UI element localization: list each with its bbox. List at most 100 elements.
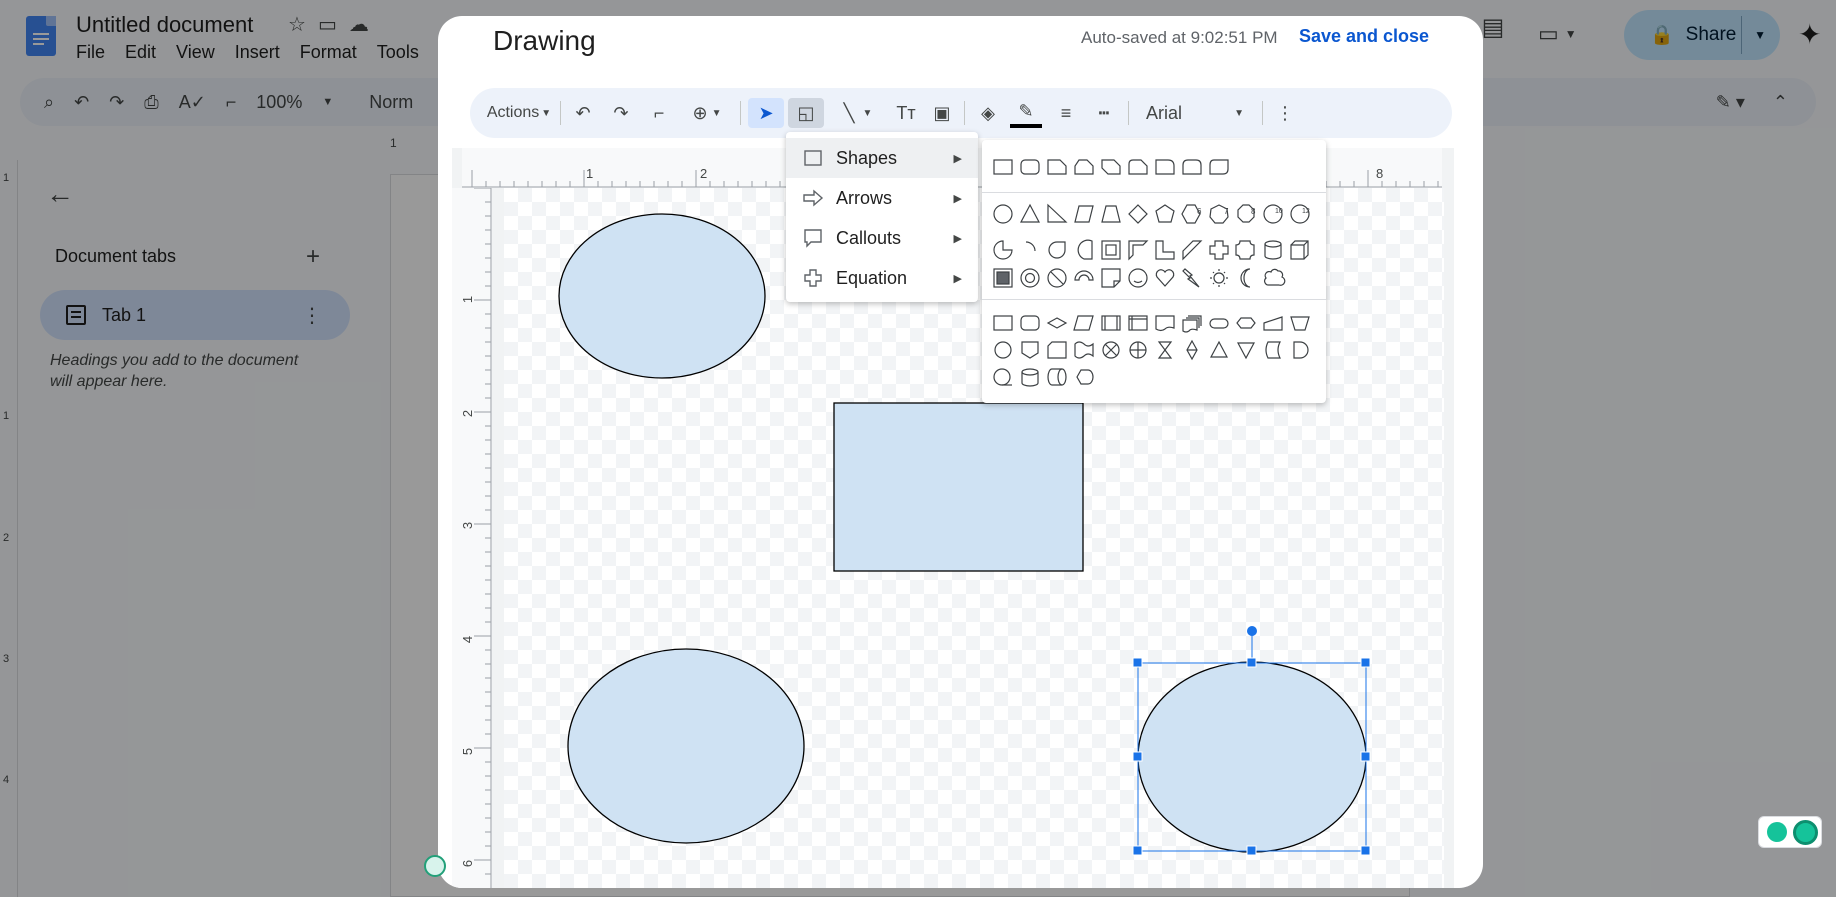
undo-icon[interactable]: ↶ bbox=[568, 98, 598, 128]
menu-item-arrows[interactable]: Arrows ▶ bbox=[786, 178, 978, 218]
flowchart-offpage-connector-icon[interactable] bbox=[1021, 341, 1039, 359]
flowchart-preparation-icon[interactable] bbox=[1236, 317, 1256, 329]
flowchart-card-icon[interactable] bbox=[1047, 341, 1067, 359]
shape-half-frame-icon[interactable] bbox=[1128, 240, 1149, 261]
fill-color-icon[interactable]: ◈ bbox=[972, 98, 1004, 128]
shape-pentagon-icon[interactable] bbox=[1155, 204, 1175, 223]
shape-chord-icon[interactable] bbox=[1077, 239, 1093, 260]
flowchart-or-icon[interactable] bbox=[1129, 341, 1147, 359]
flowchart-alternate-process-icon[interactable] bbox=[1020, 315, 1040, 331]
resize-handle[interactable] bbox=[1132, 657, 1143, 668]
shape-folded-corner-icon[interactable] bbox=[1101, 268, 1121, 288]
resize-handle[interactable] bbox=[1360, 751, 1371, 762]
shape-frame-icon[interactable] bbox=[1101, 240, 1121, 260]
flowchart-magnetic-disk-icon[interactable] bbox=[1021, 368, 1039, 387]
shape-can-icon[interactable] bbox=[1264, 240, 1282, 260]
resize-handle[interactable] bbox=[1132, 751, 1143, 762]
shape-cube-icon[interactable] bbox=[1290, 240, 1309, 260]
flowchart-collate-icon[interactable] bbox=[1157, 341, 1173, 359]
menu-item-shapes[interactable]: Shapes ▶ bbox=[786, 138, 978, 178]
flowchart-display-icon[interactable] bbox=[1076, 369, 1094, 385]
flowchart-document-icon[interactable] bbox=[1155, 315, 1175, 332]
resize-handle[interactable] bbox=[1360, 657, 1371, 668]
save-and-close-button[interactable]: Save and close bbox=[1299, 26, 1429, 47]
menu-item-callouts[interactable]: Callouts ▶ bbox=[786, 218, 978, 258]
rectangle-shape[interactable] bbox=[833, 402, 1084, 572]
font-select[interactable]: Arial ▼ bbox=[1136, 98, 1252, 128]
flowchart-stored-data-icon[interactable] bbox=[1265, 341, 1281, 359]
shape-right-triangle-icon[interactable] bbox=[1047, 203, 1068, 223]
shape-plaque-icon[interactable] bbox=[1235, 240, 1255, 260]
image-icon[interactable]: ▣ bbox=[926, 98, 958, 128]
more-options-icon[interactable]: ⋮ bbox=[1270, 98, 1300, 128]
shape-rectangle-icon[interactable] bbox=[993, 159, 1013, 175]
flowchart-manual-operation-icon[interactable] bbox=[1290, 316, 1310, 331]
shape-round-diagonal-icon[interactable] bbox=[1209, 159, 1229, 175]
flowchart-internal-storage-icon[interactable] bbox=[1128, 315, 1148, 331]
lightbulb-icon[interactable] bbox=[1767, 822, 1787, 842]
zoom-icon[interactable]: ⊕ ▼ bbox=[682, 98, 732, 128]
shape-oval-icon[interactable] bbox=[993, 204, 1013, 224]
grammarly-icon[interactable] bbox=[1793, 820, 1818, 845]
shape-parallelogram-icon[interactable] bbox=[1074, 205, 1094, 223]
flowchart-predefined-process-icon[interactable] bbox=[1101, 315, 1121, 331]
shape-diagonal-stripe-icon[interactable] bbox=[1182, 240, 1203, 261]
shape-round-snip-icon[interactable] bbox=[1128, 159, 1148, 175]
text-box-icon[interactable]: Tт bbox=[890, 98, 922, 128]
actions-menu-button[interactable]: Actions ▼ bbox=[484, 98, 554, 128]
shape-cross-icon[interactable] bbox=[1209, 240, 1229, 260]
ellipse-shape[interactable] bbox=[567, 648, 805, 844]
flowchart-terminator-icon[interactable] bbox=[1209, 318, 1229, 329]
shape-moon-icon[interactable] bbox=[1240, 268, 1251, 288]
shape-diamond-icon[interactable] bbox=[1128, 204, 1148, 224]
flowchart-connector-icon[interactable] bbox=[994, 341, 1012, 359]
shape-block-arc-icon[interactable] bbox=[1074, 270, 1094, 281]
flowchart-extract-icon[interactable] bbox=[1210, 340, 1228, 358]
shape-pie-icon[interactable] bbox=[993, 240, 1013, 260]
shape-sun-icon[interactable] bbox=[1210, 269, 1228, 287]
resize-handle[interactable] bbox=[1360, 845, 1371, 856]
flowchart-merge-icon[interactable] bbox=[1237, 342, 1255, 360]
shape-no-symbol-icon[interactable] bbox=[1047, 268, 1067, 288]
flowchart-sort-icon[interactable] bbox=[1186, 339, 1198, 361]
shape-lightning-icon[interactable] bbox=[1182, 268, 1200, 288]
paint-format-icon[interactable]: ⌐ bbox=[644, 98, 674, 128]
shape-triangle-icon[interactable] bbox=[1020, 203, 1040, 223]
flowchart-manual-input-icon[interactable] bbox=[1263, 316, 1283, 331]
shape-bevel-icon[interactable] bbox=[993, 268, 1013, 288]
shape-snip-corner-icon[interactable] bbox=[1047, 159, 1067, 175]
resize-handle[interactable] bbox=[1246, 657, 1257, 668]
shape-rounded-rectangle-icon[interactable] bbox=[1020, 159, 1040, 175]
flowchart-punched-tape-icon[interactable] bbox=[1074, 341, 1094, 359]
extension-fingerprint-icon[interactable] bbox=[424, 855, 446, 877]
border-dash-icon[interactable]: ┅ bbox=[1088, 98, 1120, 128]
resize-handle[interactable] bbox=[1246, 845, 1257, 856]
resize-handle[interactable] bbox=[1132, 845, 1143, 856]
shape-heart-icon[interactable] bbox=[1155, 269, 1175, 287]
flowchart-decision-icon[interactable] bbox=[1046, 317, 1068, 329]
shape-tool-icon[interactable]: ◱ bbox=[788, 98, 824, 128]
shape-round-same-side-icon[interactable] bbox=[1182, 159, 1202, 175]
border-weight-icon[interactable]: ≡ bbox=[1050, 98, 1082, 128]
flowchart-process-icon[interactable] bbox=[993, 315, 1013, 331]
redo-icon[interactable]: ↷ bbox=[606, 98, 636, 128]
select-tool-icon[interactable]: ➤ bbox=[748, 98, 784, 128]
menu-item-equation[interactable]: Equation ▶ bbox=[786, 258, 978, 298]
shape-l-shape-icon[interactable] bbox=[1155, 240, 1175, 260]
flowchart-multidocument-icon[interactable] bbox=[1182, 315, 1202, 333]
shape-donut-icon[interactable] bbox=[1020, 268, 1040, 288]
flowchart-summing-junction-icon[interactable] bbox=[1102, 341, 1120, 359]
flowchart-data-icon[interactable] bbox=[1073, 315, 1094, 331]
shape-trapezoid-icon[interactable] bbox=[1101, 205, 1121, 223]
shape-snip-diagonal-icon[interactable] bbox=[1101, 159, 1121, 175]
shape-cloud-icon[interactable] bbox=[1264, 268, 1286, 286]
grammarly-widget[interactable] bbox=[1758, 816, 1822, 848]
flowchart-sequential-storage-icon[interactable] bbox=[993, 368, 1012, 386]
shape-teardrop-icon[interactable] bbox=[1048, 241, 1066, 259]
shape-arc-icon[interactable] bbox=[1025, 241, 1036, 252]
ellipse-shape[interactable] bbox=[558, 213, 766, 379]
shape-round-single-corner-icon[interactable] bbox=[1155, 159, 1175, 175]
flowchart-delay-icon[interactable] bbox=[1293, 341, 1309, 359]
selected-ellipse-shape[interactable] bbox=[1137, 661, 1367, 853]
border-color-icon[interactable]: ✎ bbox=[1010, 98, 1042, 128]
